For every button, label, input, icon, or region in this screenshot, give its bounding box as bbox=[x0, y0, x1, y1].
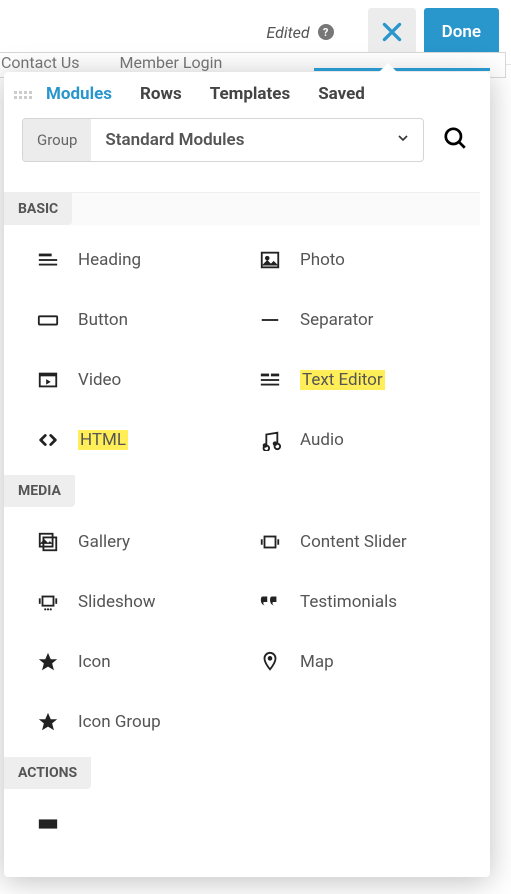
section-header-basic: BASIC bbox=[4, 193, 72, 225]
gallery-icon bbox=[36, 531, 60, 553]
module-text-editor[interactable]: Text Editor bbox=[258, 369, 470, 391]
module-label: Text Editor bbox=[300, 370, 385, 390]
section-header-actions: ACTIONS bbox=[4, 757, 91, 789]
module-label: Button bbox=[78, 310, 128, 330]
module-photo[interactable]: Photo bbox=[258, 249, 470, 271]
module-heading[interactable]: Heading bbox=[36, 249, 248, 271]
drag-handle-icon[interactable] bbox=[14, 89, 32, 99]
section-basic-grid: Heading Photo Button Separator Video Tex bbox=[4, 225, 480, 475]
separator-icon bbox=[258, 309, 282, 331]
module-label: Heading bbox=[78, 250, 141, 270]
search-button[interactable] bbox=[438, 121, 472, 159]
html-icon bbox=[36, 429, 60, 451]
button-icon bbox=[36, 309, 60, 331]
modules-panel: Modules Rows Templates Saved Group Stand… bbox=[4, 72, 490, 877]
close-icon bbox=[379, 19, 405, 45]
module-icon[interactable]: Icon bbox=[36, 651, 248, 673]
chevron-down-icon bbox=[395, 130, 423, 150]
section-header-media: MEDIA bbox=[4, 475, 75, 507]
module-label: Separator bbox=[300, 310, 373, 330]
search-icon bbox=[442, 125, 468, 151]
group-select[interactable]: Group Standard Modules bbox=[22, 118, 424, 162]
map-icon bbox=[258, 651, 282, 673]
edited-label: Edited bbox=[266, 23, 309, 42]
help-icon[interactable]: ? bbox=[318, 24, 334, 40]
testimonials-icon bbox=[258, 591, 282, 613]
modules-scroll[interactable]: BASIC Heading Photo Button Separator bbox=[4, 192, 490, 877]
audio-icon bbox=[258, 429, 282, 451]
module-label: HTML bbox=[78, 430, 128, 450]
photo-icon bbox=[258, 249, 282, 271]
module-testimonials[interactable]: Testimonials bbox=[258, 591, 470, 613]
module-content-slider[interactable]: Content Slider bbox=[258, 531, 470, 553]
panel-pointer bbox=[376, 63, 400, 75]
heading-icon bbox=[36, 249, 60, 271]
module-action-placeholder[interactable] bbox=[36, 819, 248, 829]
module-label: Map bbox=[300, 652, 334, 672]
module-label: Content Slider bbox=[300, 532, 407, 552]
module-map[interactable]: Map bbox=[258, 651, 470, 673]
text-editor-icon bbox=[258, 369, 282, 391]
module-html[interactable]: HTML bbox=[36, 429, 248, 451]
tab-rows[interactable]: Rows bbox=[126, 84, 196, 104]
group-value: Standard Modules bbox=[91, 130, 395, 150]
panel-tabs: Modules Rows Templates Saved bbox=[4, 72, 490, 118]
module-slideshow[interactable]: Slideshow bbox=[36, 591, 248, 613]
module-separator[interactable]: Separator bbox=[258, 309, 470, 331]
action-icon bbox=[36, 819, 60, 829]
module-audio[interactable]: Audio bbox=[258, 429, 470, 451]
module-label: Video bbox=[78, 370, 121, 390]
module-label: Audio bbox=[300, 430, 344, 450]
panel-accent bbox=[314, 68, 490, 71]
section-media-grid: Gallery Content Slider Slideshow Testimo… bbox=[4, 507, 480, 757]
module-gallery[interactable]: Gallery bbox=[36, 531, 248, 553]
content-slider-icon bbox=[258, 531, 282, 553]
module-label: Slideshow bbox=[78, 592, 156, 612]
star-icon bbox=[36, 711, 60, 733]
module-label: Gallery bbox=[78, 532, 130, 552]
module-label: Photo bbox=[300, 250, 345, 270]
group-label: Group bbox=[23, 119, 91, 161]
tab-modules[interactable]: Modules bbox=[46, 84, 126, 104]
module-video[interactable]: Video bbox=[36, 369, 248, 391]
done-button[interactable]: Done bbox=[424, 8, 499, 56]
module-icon-group[interactable]: Icon Group bbox=[36, 711, 248, 733]
module-button[interactable]: Button bbox=[36, 309, 248, 331]
section-actions-grid bbox=[4, 789, 480, 877]
module-label: Icon Group bbox=[78, 712, 161, 732]
tab-saved[interactable]: Saved bbox=[304, 84, 379, 104]
video-icon bbox=[36, 369, 60, 391]
slideshow-icon bbox=[36, 591, 60, 613]
module-label: Icon bbox=[78, 652, 111, 672]
close-button[interactable] bbox=[368, 8, 416, 56]
tab-templates[interactable]: Templates bbox=[196, 84, 305, 104]
star-icon bbox=[36, 651, 60, 673]
module-label: Testimonials bbox=[300, 592, 397, 612]
group-filter-row: Group Standard Modules bbox=[4, 118, 490, 176]
